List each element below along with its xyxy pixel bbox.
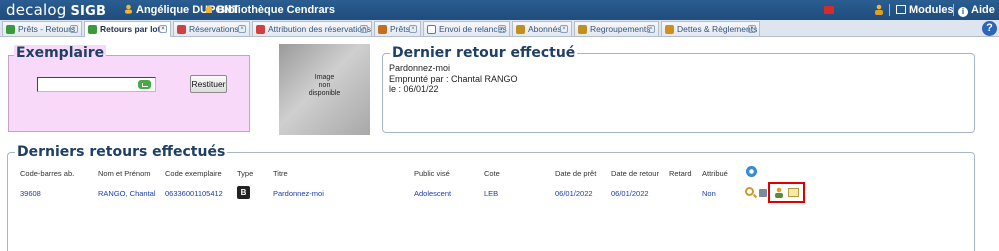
- tab-regroupements[interactable]: Regroupements ×: [574, 21, 659, 36]
- user-icon: [125, 4, 132, 14]
- last-return-date: le : 06/01/22: [389, 84, 439, 94]
- search-icon[interactable]: [745, 187, 754, 196]
- cell-assigned[interactable]: Non: [702, 189, 716, 198]
- tab-bar: Prêts - Retours × Retours par lot × Réserv…: [0, 20, 999, 37]
- help-label: Aide: [971, 4, 995, 16]
- restituer-button[interactable]: Restituer: [190, 75, 227, 93]
- no-image-text: disponible: [308, 90, 341, 97]
- home-icon: [205, 5, 213, 13]
- last-return-details: Pardonnez-moi Emprunté par : Chantal RAN…: [389, 63, 518, 95]
- cell-cote[interactable]: LEB: [484, 189, 498, 198]
- tab-label: Regroupements: [590, 24, 651, 34]
- reservation-icon: [177, 25, 186, 34]
- tab-attribution-reservations[interactable]: Attribution des réservations ×: [252, 21, 372, 36]
- tab-label: Prêts - Retours: [18, 24, 76, 34]
- column-header[interactable]: Date de prêt: [555, 169, 596, 178]
- tab-reservations[interactable]: Réservations ×: [173, 21, 250, 36]
- tab-label: Prêts: [390, 24, 410, 34]
- cover-image-placeholder: Image non disponible: [279, 44, 370, 135]
- last-return-title: Pardonnez-moi: [389, 63, 451, 73]
- close-tab-icon[interactable]: ×: [70, 25, 78, 33]
- logo-text: decalog: [6, 1, 67, 19]
- tab-abonnes[interactable]: Abonnés ×: [512, 21, 572, 36]
- user-settings-icon[interactable]: [874, 4, 884, 15]
- last-return-borrower: Emprunté par : Chantal RANGO: [389, 73, 518, 84]
- tab-prets-retours[interactable]: Prêts - Retours ×: [2, 21, 82, 36]
- cell-public[interactable]: Adolescent: [414, 189, 451, 198]
- separator: [953, 4, 954, 16]
- tab-prets[interactable]: Prêts ×: [374, 21, 421, 36]
- tab-label: Abonnés: [528, 24, 562, 34]
- recent-returns-legend: Derniers retours effectués: [15, 144, 228, 160]
- column-header[interactable]: Cote: [484, 169, 500, 178]
- close-tab-icon[interactable]: ×: [647, 25, 655, 33]
- alert-icon[interactable]: [824, 6, 834, 14]
- help-button[interactable]: ?: [982, 21, 997, 36]
- column-header[interactable]: Attribué: [702, 169, 728, 178]
- help-menu[interactable]: i Aide: [958, 4, 995, 17]
- logo-brand: SIGB: [70, 4, 107, 19]
- loan-icon: [6, 25, 15, 34]
- column-header[interactable]: Retard: [669, 169, 692, 178]
- tab-envoi-relances[interactable]: Envoi de relances ×: [423, 21, 510, 36]
- mail-icon: [427, 25, 436, 34]
- close-tab-icon[interactable]: ×: [748, 25, 756, 33]
- modules-menu[interactable]: Modules: [896, 4, 954, 16]
- column-header[interactable]: Code-barres ab.: [20, 169, 74, 178]
- close-tab-icon[interactable]: ×: [159, 25, 167, 33]
- save-icon[interactable]: [759, 189, 767, 197]
- close-tab-icon[interactable]: ×: [498, 25, 506, 33]
- note-icon[interactable]: [788, 188, 799, 197]
- separator: [889, 4, 890, 16]
- tab-label: Réservations: [189, 24, 239, 34]
- money-icon: [665, 25, 674, 34]
- current-library[interactable]: Bibliothèque Cendrars: [204, 4, 335, 16]
- book-type-icon: B: [237, 186, 250, 199]
- tab-label: Envoi de relances: [439, 24, 507, 34]
- group-icon: [578, 25, 587, 34]
- cell-barcode[interactable]: 39608: [20, 189, 41, 198]
- settings-gear-icon[interactable]: [746, 166, 757, 177]
- borrower-icon[interactable]: [774, 187, 784, 198]
- books-icon: [378, 25, 387, 34]
- column-header[interactable]: Code exemplaire: [165, 169, 222, 178]
- no-image-text: non: [318, 82, 331, 89]
- info-icon: i: [958, 7, 968, 17]
- cell-title[interactable]: Pardonnez-moi: [273, 189, 324, 198]
- close-tab-icon[interactable]: ×: [360, 25, 368, 33]
- library-name: Bibliothèque Cendrars: [217, 4, 335, 16]
- app-logo: decalog SIGB: [6, 1, 106, 19]
- column-header[interactable]: Date de retour: [611, 169, 659, 178]
- close-tab-icon[interactable]: ×: [238, 25, 246, 33]
- top-bar: decalog SIGB Angélique DUPONT Bibliothèqu…: [0, 0, 999, 20]
- tab-label: Retours par lot: [100, 24, 161, 34]
- last-return-legend: Dernier retour effectué: [390, 45, 578, 61]
- cell-return-date[interactable]: 06/01/2022: [611, 189, 649, 198]
- exemplaire-box: [8, 55, 250, 132]
- column-header[interactable]: Type: [237, 169, 253, 178]
- recent-returns-panel: Derniers retours effectués: [7, 144, 975, 251]
- users-icon: [516, 25, 525, 34]
- assign-icon: [256, 25, 265, 34]
- modules-icon: [896, 5, 906, 14]
- exemplaire-legend: Exemplaire: [14, 45, 107, 61]
- enter-icon[interactable]: [138, 80, 151, 89]
- tab-dettes-reglements[interactable]: Dettes & Règlements ×: [661, 21, 760, 36]
- tab-label: Dettes & Règlements: [677, 24, 758, 34]
- no-image-text: Image: [314, 74, 335, 81]
- cell-item-code[interactable]: 06336001105412: [165, 189, 223, 198]
- cell-name[interactable]: RANGO, Chantal: [98, 189, 156, 198]
- column-header[interactable]: Nom et Prénom: [98, 169, 151, 178]
- tab-retours-par-lot[interactable]: Retours par lot ×: [84, 21, 171, 37]
- tab-label: Attribution des réservations: [268, 24, 371, 34]
- column-header[interactable]: Public visé: [414, 169, 450, 178]
- cell-loan-date[interactable]: 06/01/2022: [555, 189, 593, 198]
- close-tab-icon[interactable]: ×: [409, 25, 417, 33]
- return-icon: [88, 25, 97, 34]
- close-tab-icon[interactable]: ×: [560, 25, 568, 33]
- modules-label: Modules: [909, 4, 954, 16]
- column-header[interactable]: Titre: [273, 169, 288, 178]
